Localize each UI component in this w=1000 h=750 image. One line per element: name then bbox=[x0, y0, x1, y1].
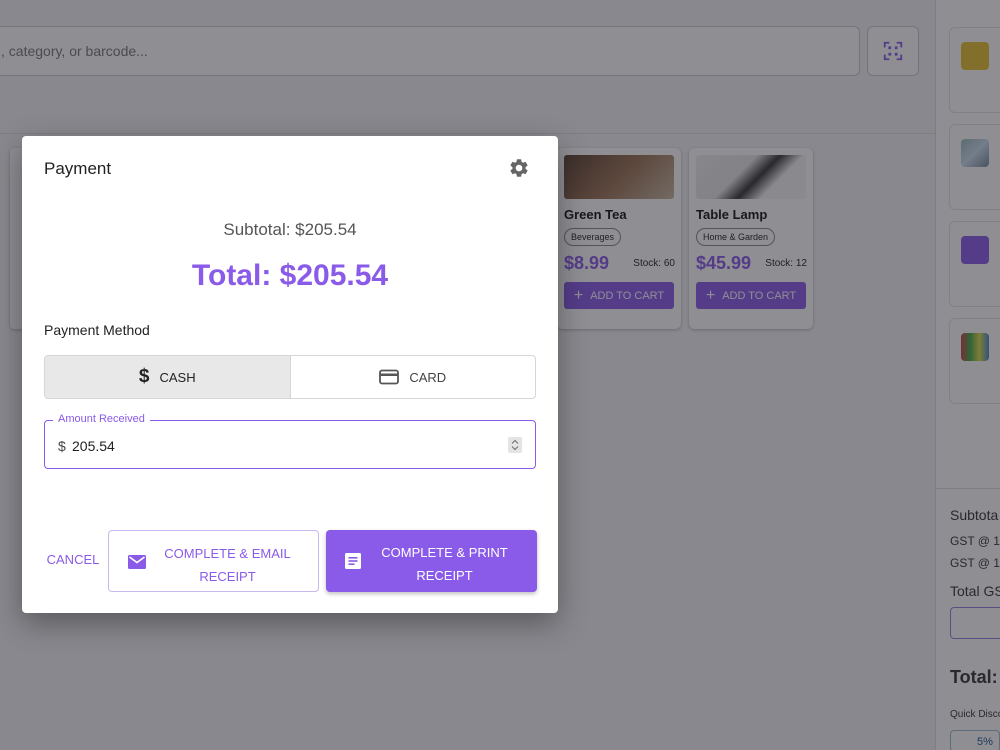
cash-label: CASH bbox=[159, 369, 196, 385]
payment-dialog: Payment Subtotal: $205.54 Total: $205.54… bbox=[22, 136, 558, 613]
complete-print-receipt-button[interactable]: COMPLETE & PRINT RECEIPT bbox=[326, 530, 537, 592]
payment-total: Total: $205.54 bbox=[191, 259, 389, 292]
gear-icon[interactable] bbox=[508, 157, 530, 179]
payment-method-label: Payment Method bbox=[44, 322, 150, 338]
amount-received-value[interactable]: 205.54 bbox=[72, 438, 115, 454]
complete-email-receipt-button[interactable]: COMPLETE & EMAIL RECEIPT bbox=[108, 530, 319, 592]
receipt-icon bbox=[345, 553, 361, 569]
amount-received-label: Amount Received bbox=[53, 413, 150, 425]
currency-prefix: $ bbox=[58, 438, 66, 454]
complete-print-label: COMPLETE & PRINT RECEIPT bbox=[381, 545, 508, 583]
complete-email-label: COMPLETE & EMAIL RECEIPT bbox=[164, 546, 291, 584]
card-option[interactable]: CARD bbox=[289, 356, 536, 398]
payment-method-toggle: $ CASH CARD bbox=[44, 355, 536, 399]
cancel-button[interactable]: CANCEL bbox=[44, 552, 102, 567]
card-label: CARD bbox=[409, 369, 447, 385]
cash-option[interactable]: $ CASH bbox=[45, 356, 290, 398]
credit-card-icon bbox=[379, 369, 400, 385]
amount-received-field[interactable]: Amount Received $ 205.54 bbox=[44, 413, 536, 469]
dollar-icon: $ bbox=[138, 366, 150, 387]
number-spinner-icon[interactable] bbox=[508, 437, 522, 453]
payment-subtotal: Subtotal: $205.54 bbox=[223, 220, 357, 239]
dialog-title: Payment bbox=[44, 159, 112, 178]
email-icon bbox=[128, 555, 146, 569]
